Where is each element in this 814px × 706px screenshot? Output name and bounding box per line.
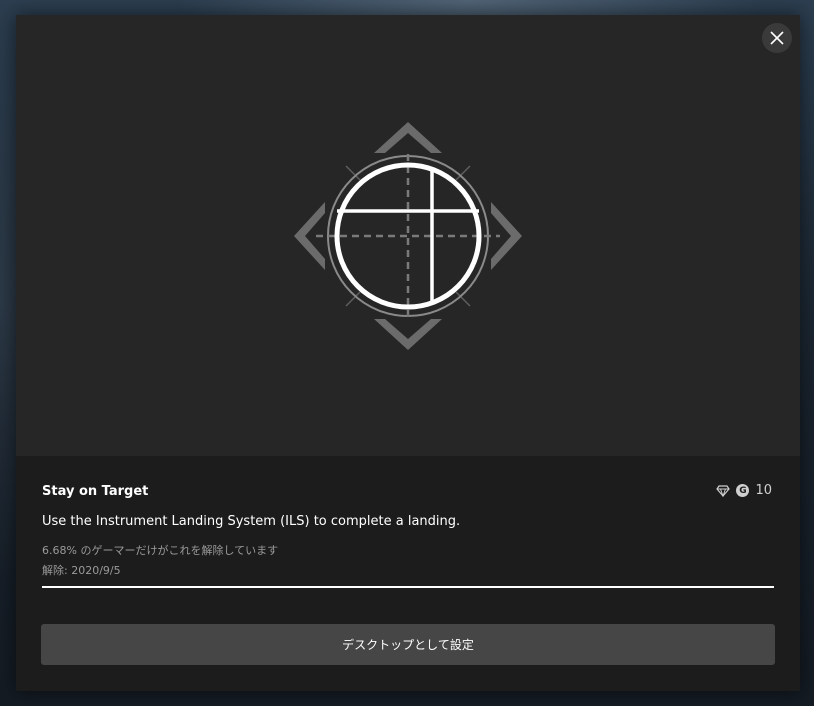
rarity-text: 6.68% のゲーマーだけがこれを解除しています	[42, 544, 279, 557]
unlock-date: 解除: 2020/9/5	[42, 564, 121, 577]
chevron-down-icon	[374, 319, 442, 350]
chevron-up-icon	[374, 122, 442, 153]
gamerscore-g-icon: G	[736, 484, 750, 497]
achievement-title: Stay on Target	[42, 484, 149, 499]
gamerscore: G 10	[716, 483, 772, 498]
chevron-right-icon	[491, 202, 522, 270]
achievement-hero	[16, 15, 800, 456]
gamerscore-value: 10	[755, 483, 772, 498]
achievement-dialog: Stay on Target G 10 Use the Instrument L…	[16, 15, 800, 691]
ils-crosshair-icon	[294, 122, 522, 350]
achievement-description: Use the Instrument Landing System (ILS) …	[42, 514, 461, 529]
close-icon	[770, 31, 784, 45]
diamond-icon	[716, 484, 731, 497]
set-as-desktop-button[interactable]: デスクトップとして設定	[41, 624, 775, 665]
close-button[interactable]	[762, 23, 792, 53]
achievement-details: Stay on Target G 10 Use the Instrument L…	[16, 456, 800, 691]
progress-bar	[42, 586, 774, 588]
progress-fill	[42, 586, 774, 588]
